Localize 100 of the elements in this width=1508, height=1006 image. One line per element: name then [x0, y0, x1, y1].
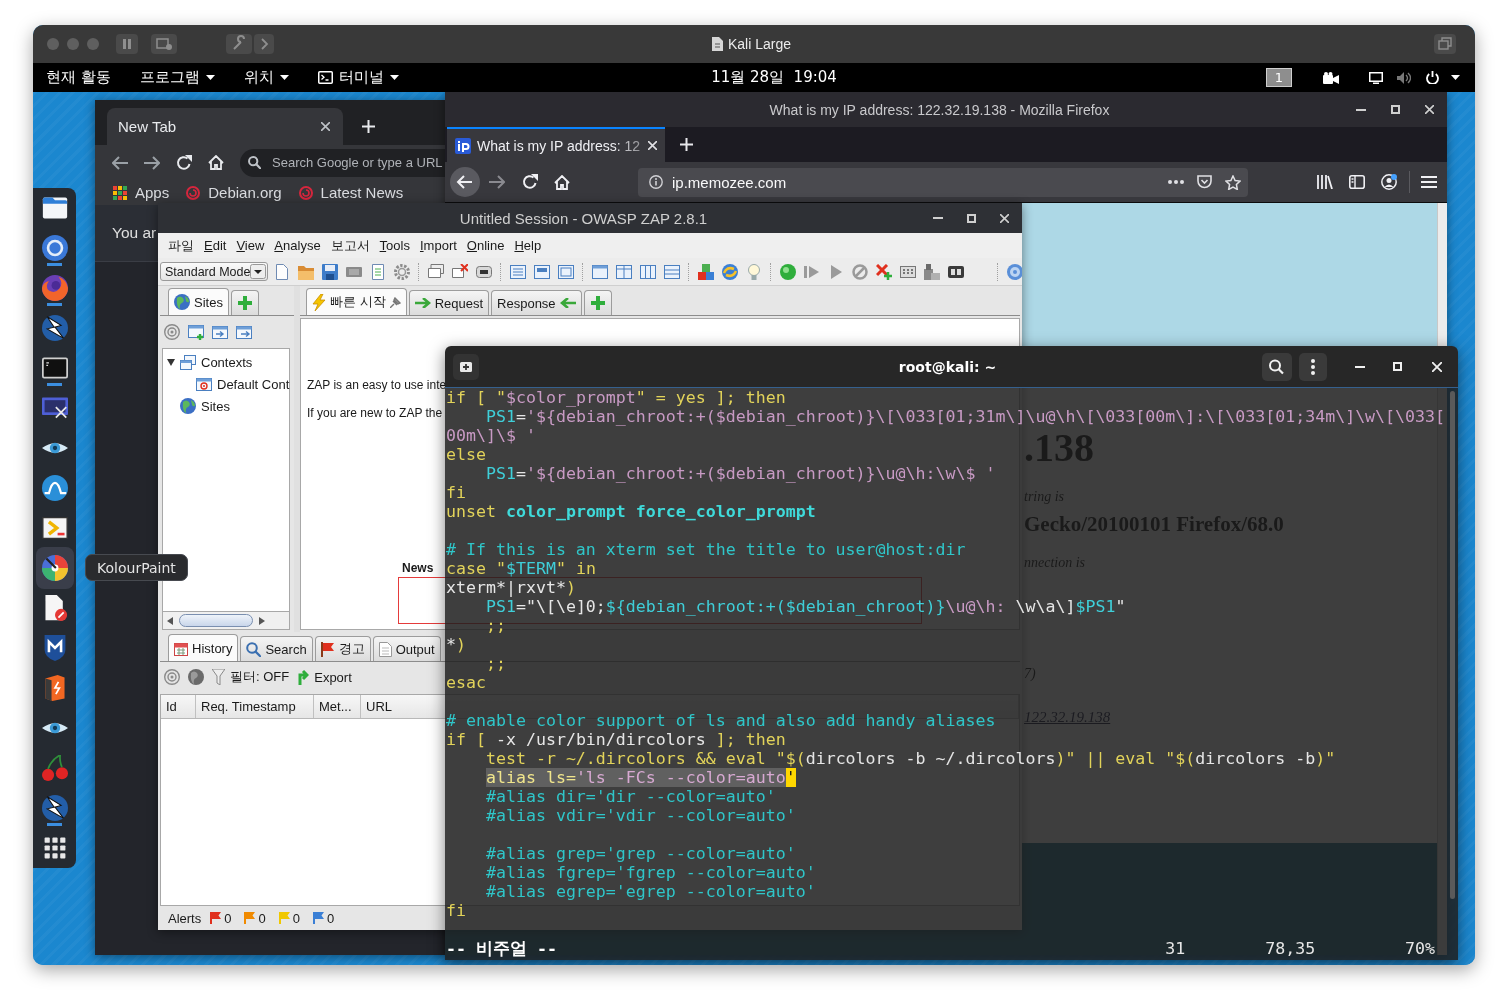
- window-dot-icon[interactable]: [87, 38, 99, 50]
- lightning-icon[interactable]: [41, 315, 68, 341]
- account-icon[interactable]: [1381, 174, 1397, 190]
- panel-icon[interactable]: [664, 263, 681, 280]
- sidebar-icon[interactable]: [1349, 175, 1365, 189]
- back-icon[interactable]: [112, 155, 128, 170]
- video-camera-icon[interactable]: [1323, 71, 1339, 84]
- keyboard-icon[interactable]: [900, 263, 917, 280]
- menu-icon[interactable]: [1421, 176, 1437, 188]
- minimize-icon[interactable]: [1356, 108, 1366, 111]
- menu-item[interactable]: Online: [466, 238, 505, 253]
- tab[interactable]: Output: [372, 636, 441, 661]
- cherry-icon[interactable]: [41, 755, 68, 781]
- speaker-icon[interactable]: [1397, 71, 1411, 84]
- column-header[interactable]: Met...: [314, 695, 361, 718]
- terminal-icon[interactable]: [41, 355, 68, 381]
- settings-icon[interactable]: [394, 263, 411, 280]
- caret-icon[interactable]: [1451, 75, 1460, 80]
- floppy-icon[interactable]: [322, 263, 339, 280]
- top-menu[interactable]: 프로그램: [139, 68, 215, 87]
- close-icon[interactable]: [1000, 213, 1009, 223]
- top-menu[interactable]: 현재 활동: [46, 68, 111, 87]
- column-header[interactable]: Req. Timestamp: [196, 695, 314, 718]
- menu-item[interactable]: Tools: [379, 238, 410, 253]
- menu-item[interactable]: 보고서: [330, 236, 370, 255]
- browser-tab[interactable]: New Tab: [107, 108, 343, 145]
- home-icon[interactable]: [208, 155, 224, 170]
- target-icon[interactable]: [164, 324, 180, 340]
- tab[interactable]: Response: [491, 290, 582, 315]
- menu-item[interactable]: 파일: [168, 236, 194, 255]
- add-window-icon[interactable]: [188, 324, 204, 340]
- cross-icon[interactable]: [876, 263, 893, 280]
- import-icon[interactable]: [212, 324, 228, 340]
- address-field[interactable]: Search Google or type a URL: [240, 148, 447, 177]
- scrollbar[interactable]: [162, 612, 290, 630]
- tree-item[interactable]: Default Cont: [196, 373, 290, 395]
- tab[interactable]: Sites: [168, 288, 229, 315]
- window-dot-icon[interactable]: [67, 38, 79, 50]
- top-menu[interactable]: 위치: [243, 68, 289, 87]
- export-icon[interactable]: [236, 324, 252, 340]
- panel-icon[interactable]: [616, 263, 633, 280]
- tab[interactable]: Search: [240, 636, 313, 661]
- tool-icon[interactable]: [924, 263, 941, 280]
- info-icon[interactable]: [649, 175, 663, 189]
- reload-icon[interactable]: [522, 174, 538, 190]
- maximize-icon[interactable]: [1391, 105, 1400, 114]
- help-icon[interactable]: [1007, 263, 1022, 280]
- layout-icon[interactable]: [558, 263, 575, 280]
- wrench-icon[interactable]: [226, 34, 252, 54]
- search-icon[interactable]: [1262, 352, 1292, 381]
- panel-icon[interactable]: [592, 263, 609, 280]
- tab[interactable]: Request: [408, 290, 490, 315]
- globe-icon[interactable]: [188, 669, 204, 685]
- pages-icon[interactable]: [428, 263, 445, 280]
- add-tab-button[interactable]: [230, 290, 259, 315]
- folder-icon[interactable]: [41, 195, 68, 221]
- filter-button[interactable]: 필터: OFF: [212, 668, 290, 686]
- card-icon[interactable]: [476, 263, 493, 280]
- maximize-icon[interactable]: [967, 213, 976, 223]
- library-icon[interactable]: [1317, 175, 1333, 189]
- close-icon[interactable]: [1425, 105, 1434, 114]
- window-dot-icon[interactable]: [47, 38, 59, 50]
- plus-icon[interactable]: [680, 138, 693, 151]
- pin-icon[interactable]: [389, 296, 401, 308]
- close-icon[interactable]: [321, 122, 330, 131]
- layout-icon[interactable]: [510, 263, 527, 280]
- new-tab-icon[interactable]: [453, 353, 479, 380]
- tree-item[interactable]: Contexts: [167, 351, 253, 373]
- overlap-squares-icon[interactable]: [1434, 34, 1456, 54]
- arrow-box-icon[interactable]: [41, 515, 68, 541]
- menu-item[interactable]: View: [236, 238, 265, 253]
- arrow-left-icon[interactable]: [167, 616, 173, 625]
- add-tab-button[interactable]: [583, 290, 612, 315]
- menu-item[interactable]: Edit: [204, 238, 227, 253]
- expander-icon[interactable]: [167, 358, 175, 366]
- target-icon[interactable]: [164, 669, 180, 685]
- mode-select[interactable]: Standard Mode: [160, 262, 269, 281]
- url-field[interactable]: ip.memozee.com: [638, 167, 1248, 197]
- tab[interactable]: 빠른 시작: [306, 288, 407, 315]
- more-icon[interactable]: [1299, 352, 1327, 381]
- chevron-right-icon[interactable]: [254, 34, 274, 54]
- blocks-icon[interactable]: [698, 263, 715, 280]
- color-wheel-icon[interactable]: [35, 547, 74, 589]
- reload-icon[interactable]: [176, 154, 192, 171]
- bookmark-link[interactable]: Apps: [113, 184, 170, 201]
- more-icon[interactable]: [1168, 180, 1184, 184]
- close-icon[interactable]: [648, 141, 657, 150]
- menu-item[interactable]: Analyse: [274, 238, 321, 253]
- browser-tab[interactable]: What is my IP address: 12: [447, 127, 665, 162]
- tab[interactable]: 경고: [314, 636, 371, 661]
- minimize-icon[interactable]: [1355, 365, 1365, 368]
- export-button[interactable]: Export: [297, 669, 352, 685]
- tab[interactable]: History: [168, 634, 239, 661]
- wave-icon[interactable]: [41, 475, 68, 501]
- back-icon[interactable]: [450, 167, 480, 197]
- swirl-icon[interactable]: [722, 263, 739, 280]
- power-icon[interactable]: [1426, 71, 1439, 84]
- arrow-right-icon[interactable]: [259, 616, 265, 625]
- layout-icon[interactable]: [534, 263, 551, 280]
- menu-item[interactable]: Help: [514, 238, 542, 253]
